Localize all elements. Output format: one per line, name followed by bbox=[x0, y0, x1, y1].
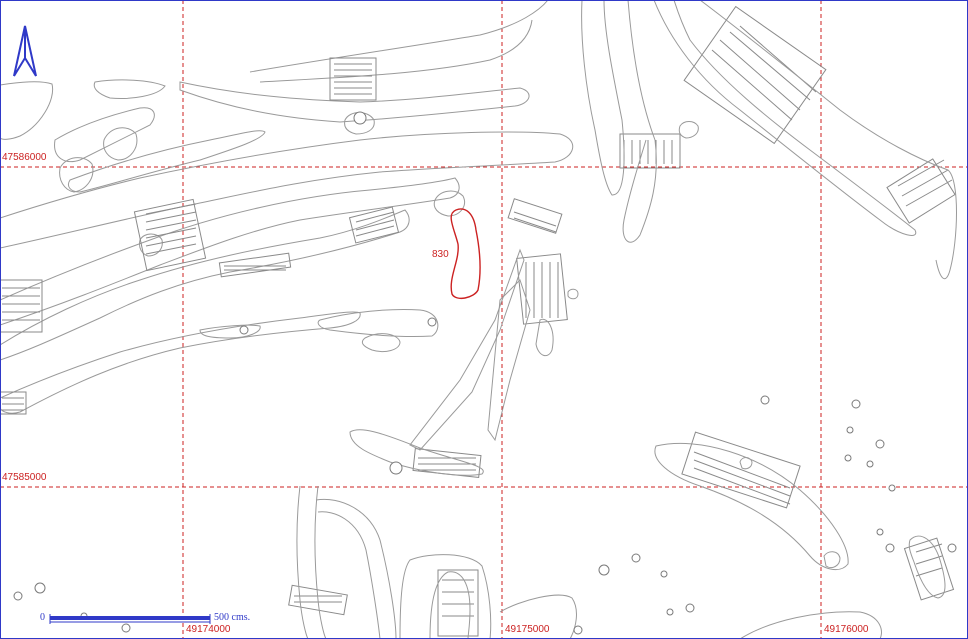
scale-zero-label: 0 bbox=[40, 612, 45, 623]
northing-label-1: 47586000 bbox=[2, 152, 47, 163]
easting-label-3: 49176000 bbox=[824, 624, 869, 635]
scale-end-label: 500 cms. bbox=[214, 612, 251, 623]
northing-label-2: 47585000 bbox=[2, 472, 47, 483]
feature-830-label[interactable]: 830 bbox=[432, 249, 449, 260]
map-viewport[interactable]: 47586000 47585000 49174000 49175000 4917… bbox=[0, 0, 968, 639]
north-arrow-icon bbox=[13, 25, 37, 77]
easting-label-2: 49175000 bbox=[505, 624, 550, 635]
map-frame bbox=[0, 0, 968, 639]
